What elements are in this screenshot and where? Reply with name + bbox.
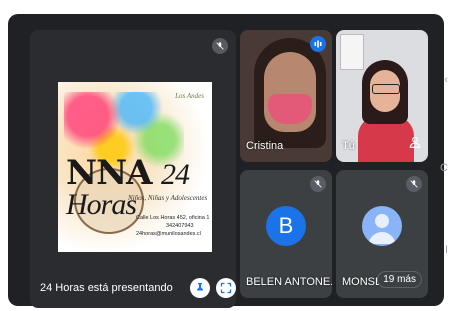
presentation-tile[interactable]: Los Andes NNA 24 Horas Niños, Niñas y Ad…	[30, 30, 236, 308]
video-mask	[268, 94, 312, 124]
participant-tile-self[interactable]: Tú	[336, 30, 428, 162]
participant-tile-monse[interactable]: MONSE 19 más	[336, 170, 428, 298]
avatar: B	[266, 206, 306, 246]
participant-tile-cristina[interactable]: Cristina	[240, 30, 332, 162]
presenter-caption: 24 Horas está presentando	[40, 282, 173, 294]
participant-name: BELEN ANTONE...	[246, 276, 332, 288]
pin-button[interactable]	[190, 278, 210, 298]
wall-poster	[340, 34, 364, 70]
slide-subtitle: Niños, Niñas y Adolescentes	[128, 194, 208, 202]
avatar	[362, 206, 402, 246]
slide-title: NNA 24 Horas	[66, 156, 212, 220]
slide-logo-text: Los Andes	[175, 92, 204, 100]
edge-control-top[interactable]: ‹	[444, 74, 448, 86]
shared-slide: Los Andes NNA 24 Horas Niños, Niñas y Ad…	[58, 82, 212, 252]
participant-name: Cristina	[246, 140, 284, 152]
mic-off-icon	[406, 176, 422, 192]
edge-control-middle[interactable]: C	[440, 162, 448, 174]
edge-control-bottom[interactable]: I	[445, 244, 448, 256]
mic-off-icon	[310, 176, 326, 192]
slide-contact-info: Calle Los Horas 452, oficina 1 342407943…	[136, 214, 209, 238]
slide-phone: 342407943	[166, 223, 194, 229]
participant-name: Tú	[342, 140, 355, 152]
more-participants-button[interactable]: 19 más	[377, 271, 422, 288]
mic-off-icon	[212, 38, 228, 54]
self-view-icon[interactable]	[408, 135, 422, 154]
pin-icon	[197, 283, 203, 293]
participant-tile-belen[interactable]: B BELEN ANTONE...	[240, 170, 332, 298]
slide-title-nna: NNA	[66, 153, 153, 193]
video-glasses	[372, 84, 400, 94]
slide-email: 24horas@munilosandes.cl	[136, 231, 201, 237]
audio-bars-icon	[310, 36, 326, 52]
slide-address: Calle Los Horas 452, oficina 1	[136, 215, 210, 221]
fullscreen-icon	[220, 282, 232, 294]
person-icon	[368, 214, 396, 244]
fullscreen-button[interactable]	[216, 278, 236, 298]
